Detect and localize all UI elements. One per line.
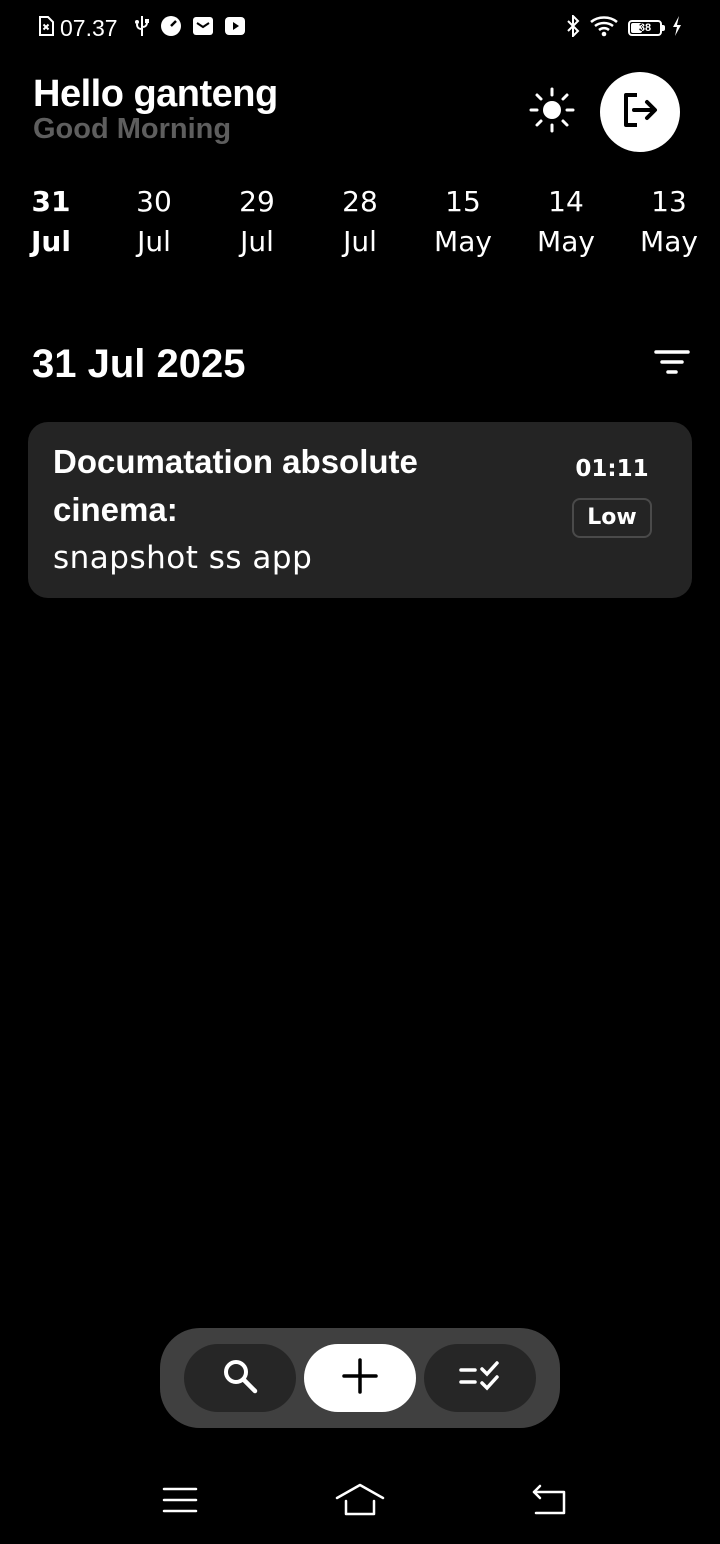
date-day: 31 xyxy=(31,185,71,218)
date-day: 14 xyxy=(548,185,584,218)
date-item-15-may[interactable]: 15 May xyxy=(418,182,508,262)
logout-icon xyxy=(620,90,660,135)
date-item-31-jul[interactable]: 31 Jul xyxy=(6,182,96,262)
date-day: 15 xyxy=(445,185,481,218)
wifi-icon xyxy=(590,15,618,42)
battery-icon: 38 xyxy=(628,20,665,36)
date-day: 13 xyxy=(651,185,687,218)
greeting: Hello ganteng Good Morning xyxy=(33,72,278,146)
status-bar-left: 07.37 xyxy=(38,14,246,42)
task-card[interactable]: Documatation absolute cinema: snapshot s… xyxy=(28,422,692,598)
theme-toggle-button[interactable] xyxy=(526,86,578,138)
date-month: May xyxy=(640,225,698,258)
battery-level: 38 xyxy=(638,22,652,34)
status-time: 07.37 xyxy=(60,14,118,41)
date-month: May xyxy=(434,225,492,258)
home-icon xyxy=(334,1482,386,1523)
search-button[interactable] xyxy=(184,1344,296,1412)
action-bar xyxy=(160,1328,560,1428)
sun-icon xyxy=(528,86,576,139)
youtube-icon xyxy=(224,15,246,42)
date-month: Jul xyxy=(240,225,274,258)
date-item-13-may[interactable]: 13 May xyxy=(624,182,714,262)
greeting-subtitle: Good Morning xyxy=(33,113,232,145)
date-day: 29 xyxy=(239,185,275,218)
task-description: snapshot ss app xyxy=(53,540,313,576)
add-task-button[interactable] xyxy=(304,1344,416,1412)
checklist-icon xyxy=(458,1358,502,1399)
priority-badge: Low xyxy=(572,498,652,538)
menu-icon xyxy=(162,1485,198,1520)
plus-icon xyxy=(340,1356,380,1401)
date-month: May xyxy=(537,225,595,258)
date-month: Jul xyxy=(31,225,71,258)
date-item-30-jul[interactable]: 30 Jul xyxy=(109,182,199,262)
date-item-14-may[interactable]: 14 May xyxy=(521,182,611,262)
sim-missing-icon xyxy=(38,15,54,41)
recents-button[interactable] xyxy=(150,1478,210,1526)
greeting-title: Hello ganteng xyxy=(33,73,278,115)
date-day: 30 xyxy=(136,185,172,218)
task-title: Documatation absolute cinema: xyxy=(53,443,418,528)
filter-button[interactable] xyxy=(648,344,696,384)
back-icon xyxy=(528,1484,568,1521)
home-button[interactable] xyxy=(330,1478,390,1526)
date-month: Jul xyxy=(343,225,377,258)
status-bar: 07.37 38 xyxy=(0,0,720,56)
system-navigation-bar xyxy=(0,1460,720,1544)
section-date-title: 31 Jul 2025 xyxy=(32,342,246,386)
date-strip: 31 Jul 30 Jul 29 Jul 28 Jul 15 May 14 Ma… xyxy=(0,182,720,272)
charging-icon xyxy=(672,15,682,42)
mail-icon xyxy=(192,15,214,42)
task-list-button[interactable] xyxy=(424,1344,536,1412)
task-time: 01:11 xyxy=(575,456,649,482)
usb-icon xyxy=(134,15,150,42)
logout-button[interactable] xyxy=(600,72,680,152)
date-month: Jul xyxy=(137,225,171,258)
date-day: 28 xyxy=(342,185,378,218)
filter-icon xyxy=(653,347,691,382)
date-item-28-jul[interactable]: 28 Jul xyxy=(315,182,405,262)
bluetooth-icon xyxy=(566,13,580,42)
speed-icon xyxy=(160,15,182,42)
back-button[interactable] xyxy=(518,1478,578,1526)
search-icon xyxy=(220,1356,260,1401)
status-bar-right: 38 xyxy=(566,13,682,42)
date-item-29-jul[interactable]: 29 Jul xyxy=(212,182,302,262)
